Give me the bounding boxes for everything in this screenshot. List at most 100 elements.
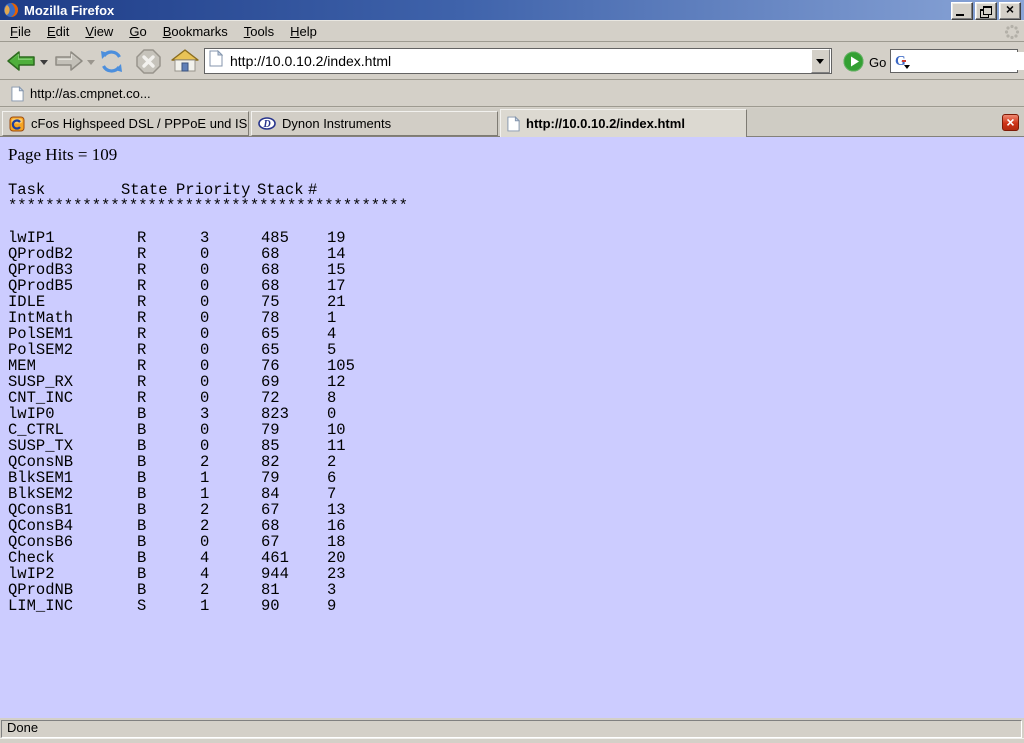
cell-num: 11 (327, 438, 346, 454)
menu-item-file[interactable]: File (2, 22, 39, 41)
tab-close-button[interactable] (1002, 114, 1019, 131)
tab-2[interactable]: DDynon Instruments (251, 111, 498, 136)
cell-stack: 90 (261, 598, 280, 614)
cell-state: B (137, 470, 146, 486)
cell-stack: 68 (261, 278, 280, 294)
cell-task: BlkSEM1 (8, 470, 73, 486)
home-button[interactable] (171, 48, 199, 79)
cell-state: R (137, 390, 146, 406)
cell-num: 9 (327, 598, 336, 614)
forward-button[interactable] (53, 49, 84, 78)
cell-state: B (137, 518, 146, 534)
cell-state: B (137, 502, 146, 518)
table-header-row: TaskStatePriorityStack# (0, 182, 1024, 198)
cell-num: 4 (327, 326, 336, 342)
cell-task: QProdNB (8, 582, 73, 598)
firefox-logo-icon (3, 2, 19, 18)
cell-task: QProdB3 (8, 262, 73, 278)
table-row: IDLER07521 (0, 294, 1024, 310)
page-content: Page Hits = 109 TaskStatePriorityStack#*… (0, 137, 1024, 718)
menu-item-help[interactable]: Help (282, 22, 325, 41)
cell-stack: 81 (261, 582, 280, 598)
cell-task: QProdB2 (8, 246, 73, 262)
table-row: PolSEM1R0654 (0, 326, 1024, 342)
cell-state: B (137, 438, 146, 454)
cell-state: R (137, 230, 146, 246)
cell-state: R (137, 342, 146, 358)
table-row: BlkSEM2B1847 (0, 486, 1024, 502)
navigation-toolbar: Go G (0, 43, 1024, 80)
table-row: QConsNBB2822 (0, 454, 1024, 470)
cell-num: 5 (327, 342, 336, 358)
restore-button[interactable] (975, 2, 997, 20)
cell-task: SUSP_RX (8, 374, 73, 390)
cell-stack: 67 (261, 502, 280, 518)
tab-1[interactable]: cFos Highspeed DSL / PPPoE und ISDN CAP.… (2, 111, 249, 136)
menu-item-tools[interactable]: Tools (236, 22, 282, 41)
cell-num: 13 (327, 502, 346, 518)
back-dropdown-icon[interactable] (40, 60, 48, 65)
menu-item-go[interactable]: Go (121, 22, 154, 41)
cell-stack: 79 (261, 422, 280, 438)
window-controls (951, 2, 1021, 20)
back-button[interactable] (6, 49, 37, 78)
cell-num: 18 (327, 534, 346, 550)
cell-state: B (137, 406, 146, 422)
cell-state: B (137, 486, 146, 502)
cell-stack: 461 (261, 550, 289, 566)
cell-task: CNT_INC (8, 390, 73, 406)
url-dropdown-button[interactable] (811, 49, 830, 73)
cell-task: SUSP_TX (8, 438, 73, 454)
cell-priority: 0 (200, 534, 209, 550)
cell-stack: 68 (261, 518, 280, 534)
cell-state: B (137, 582, 146, 598)
cell-priority: 4 (200, 550, 209, 566)
tab-3[interactable]: http://10.0.10.2/index.html (500, 109, 747, 137)
go-button[interactable] (843, 51, 864, 77)
cell-priority: 0 (200, 390, 209, 406)
table-row: BlkSEM1B1796 (0, 470, 1024, 486)
cell-state: R (137, 246, 146, 262)
cell-task: PolSEM2 (8, 342, 73, 358)
search-input[interactable] (912, 52, 1024, 70)
cell-num: 2 (327, 454, 336, 470)
cell-state: B (137, 534, 146, 550)
cell-state: B (137, 550, 146, 566)
forward-dropdown-icon[interactable] (87, 60, 95, 65)
cell-num: 23 (327, 566, 346, 582)
cell-priority: 3 (200, 406, 209, 422)
throbber-icon (1004, 24, 1020, 40)
reload-button[interactable] (98, 48, 125, 80)
cell-stack: 65 (261, 342, 280, 358)
cell-num: 7 (327, 486, 336, 502)
cell-state: R (137, 374, 146, 390)
cell-task: lwIP2 (8, 566, 55, 582)
title-bar: Mozilla Firefox (0, 0, 1024, 20)
cell-stack: 68 (261, 246, 280, 262)
bookmark-item[interactable]: http://as.cmpnet.co... (7, 84, 155, 104)
table-row: CNT_INCR0728 (0, 390, 1024, 406)
menu-item-edit[interactable]: Edit (39, 22, 77, 41)
table-row: IntMathR0781 (0, 310, 1024, 326)
google-search-icon[interactable]: G (894, 52, 912, 70)
url-input[interactable] (225, 51, 811, 71)
menu-item-bookmarks[interactable]: Bookmarks (155, 22, 236, 41)
stop-button[interactable] (135, 48, 162, 80)
cell-task: lwIP0 (8, 406, 55, 422)
cell-stack: 75 (261, 294, 280, 310)
tab-label: Dynon Instruments (282, 116, 391, 131)
cell-task: lwIP1 (8, 230, 55, 246)
bookmarks-toolbar: http://as.cmpnet.co... (0, 81, 1024, 107)
header-num: # (308, 182, 317, 198)
table-row: QConsB4B26816 (0, 518, 1024, 534)
page-hits-text: Page Hits = 109 (8, 145, 117, 165)
go-label[interactable]: Go (869, 55, 886, 70)
menu-item-view[interactable]: View (77, 22, 121, 41)
cell-stack: 944 (261, 566, 289, 582)
cell-stack: 67 (261, 534, 280, 550)
cell-task: QConsB6 (8, 534, 73, 550)
cell-priority: 2 (200, 582, 209, 598)
cell-num: 20 (327, 550, 346, 566)
minimize-button[interactable] (951, 2, 973, 20)
close-button[interactable] (999, 2, 1021, 20)
